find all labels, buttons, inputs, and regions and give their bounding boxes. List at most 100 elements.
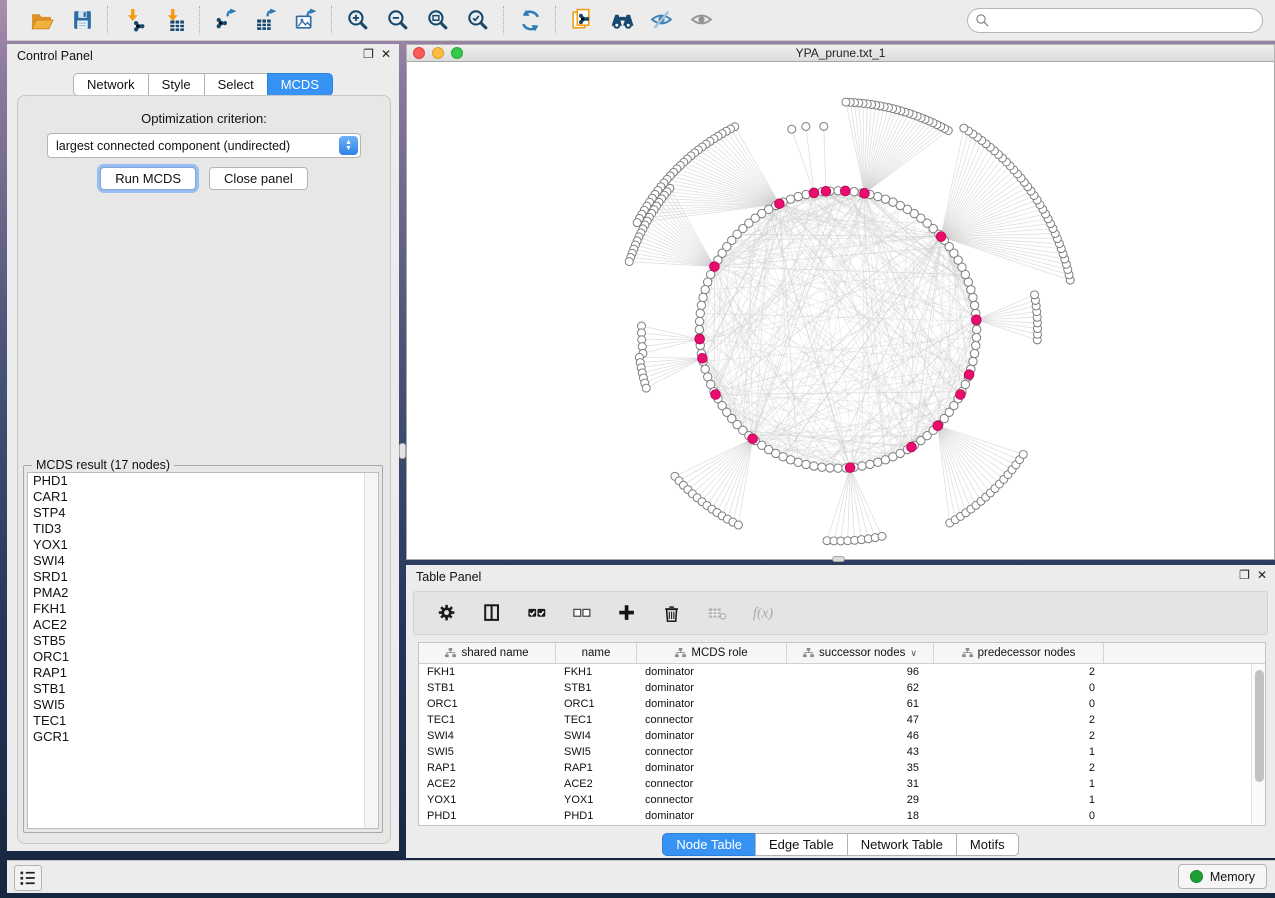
table-row[interactable]: SWI5SWI5connector431 [419,744,1265,760]
tab-motifs[interactable]: Motifs [956,833,1019,856]
export-table-icon[interactable] [253,7,279,33]
new-network-from-selection-icon[interactable] [569,7,595,33]
mcds-result-item[interactable]: STB1 [28,681,378,697]
select-all-icon[interactable] [524,600,550,626]
memory-button[interactable]: Memory [1178,864,1267,889]
run-mcds-button[interactable]: Run MCDS [100,167,196,190]
mcds-result-group: MCDS result (17 nodes) PHD1CAR1STP4TID3Y… [23,465,383,833]
optimization-criterion-select[interactable]: largest connected component (undirected)… [47,133,361,158]
mcds-result-item[interactable]: STB5 [28,633,378,649]
mcds-result-item[interactable]: SRD1 [28,569,378,585]
mcds-result-item[interactable]: CAR1 [28,489,378,505]
save-session-icon[interactable] [69,7,95,33]
zoom-out-icon[interactable] [385,7,411,33]
mcds-result-item[interactable]: STP4 [28,505,378,521]
apply-layout-icon[interactable] [517,7,543,33]
mcds-result-item[interactable]: RAP1 [28,665,378,681]
mcds-result-item[interactable]: SWI4 [28,553,378,569]
mcds-result-item[interactable]: TEC1 [28,713,378,729]
vertical-splitter-handle[interactable] [399,443,406,459]
import-network-icon[interactable] [121,7,147,33]
float-table-panel-icon[interactable]: ❐ [1239,568,1250,582]
tab-network[interactable]: Network [73,73,149,96]
column-header-MCDS-role[interactable]: MCDS role [637,643,787,663]
cell-mcds_role: connector [637,794,787,806]
mcds-result-item[interactable]: ACE2 [28,617,378,633]
table-panel: Table Panel ❐ ✕ f(x) shared namenameMCDS… [406,565,1275,858]
mcds-result-item[interactable]: PHD1 [28,473,378,489]
tab-edge-table[interactable]: Edge Table [755,833,848,856]
horizontal-splitter-handle[interactable] [832,556,845,562]
hide-selected-icon[interactable] [649,7,675,33]
float-panel-icon[interactable]: ❐ [363,47,374,61]
function-builder-icon[interactable]: f(x) [749,600,775,626]
zoom-selected-icon[interactable] [465,7,491,33]
network-canvas[interactable] [406,62,1275,560]
cell-successor_nodes: 62 [787,682,934,694]
export-network-icon[interactable] [213,7,239,33]
column-header-name[interactable]: name [556,643,637,663]
table-row[interactable]: PHD1PHD1dominator180 [419,808,1265,824]
column-header-successor-nodes[interactable]: successor nodes∨ [787,643,934,663]
tab-node-table[interactable]: Node Table [662,833,756,856]
cell-shared_name: ORC1 [419,698,556,710]
cell-predecessor_nodes: 1 [934,746,1104,758]
column-header-predecessor-nodes[interactable]: predecessor nodes [934,643,1104,663]
mcds-result-item[interactable]: ORC1 [28,649,378,665]
show-columns-icon[interactable] [479,600,505,626]
cell-shared_name: STB1 [419,682,556,694]
deselect-all-icon[interactable] [569,600,595,626]
table-row[interactable]: TEC1TEC1connector472 [419,712,1265,728]
network-view-window: YPA_prune.txt_1 [406,44,1275,560]
tab-mcds[interactable]: MCDS [267,73,333,96]
control-panel: Control Panel ❐ ✕ NetworkStyleSelectMCDS… [7,44,399,851]
export-image-icon[interactable] [293,7,319,33]
delete-table-icon[interactable] [704,600,730,626]
status-bar: Memory [7,860,1275,893]
import-table-icon[interactable] [161,7,187,33]
mcds-list-scrollbar[interactable] [364,473,378,828]
table-row[interactable]: RAP1RAP1dominator352 [419,760,1265,776]
search-box[interactable] [967,8,1263,33]
mcds-result-item[interactable]: YOX1 [28,537,378,553]
zoom-in-icon[interactable] [345,7,371,33]
panel-list-button[interactable] [14,865,42,891]
table-scrollbar[interactable] [1251,664,1265,824]
network-window-titlebar[interactable]: YPA_prune.txt_1 [406,44,1275,62]
first-neighbors-icon[interactable] [609,7,635,33]
tab-select[interactable]: Select [204,73,268,96]
cell-successor_nodes: 18 [787,810,934,822]
table-row[interactable]: ACE2ACE2connector311 [419,776,1265,792]
mcds-result-item[interactable]: FKH1 [28,601,378,617]
table-row[interactable]: FKH1FKH1dominator962 [419,664,1265,680]
close-table-panel-icon[interactable]: ✕ [1257,568,1267,582]
table-row[interactable]: YOX1YOX1connector291 [419,792,1265,808]
mcds-result-item[interactable]: SWI5 [28,697,378,713]
close-panel-icon[interactable]: ✕ [381,47,391,61]
add-column-icon[interactable] [614,600,640,626]
mcds-result-list[interactable]: PHD1CAR1STP4TID3YOX1SWI4SRD1PMA2FKH1ACE2… [27,472,379,829]
node-table[interactable]: shared namenameMCDS rolesuccessor nodes∨… [418,642,1266,826]
control-panel-tabbar: NetworkStyleSelectMCDS [7,73,399,96]
table-row[interactable]: SWI4SWI4dominator462 [419,728,1265,744]
show-all-icon[interactable] [689,7,715,33]
delete-column-icon[interactable] [659,600,685,626]
open-session-icon[interactable] [29,7,55,33]
cell-shared_name: SWI5 [419,746,556,758]
tab-style[interactable]: Style [148,73,205,96]
mcds-result-item[interactable]: GCR1 [28,729,378,745]
mcds-result-item[interactable]: PMA2 [28,585,378,601]
cell-mcds_role: dominator [637,730,787,742]
close-panel-button[interactable]: Close panel [209,167,308,190]
table-row[interactable]: STB1STB1dominator620 [419,680,1265,696]
column-header-shared-name[interactable]: shared name [419,643,556,663]
zoom-fit-icon[interactable] [425,7,451,33]
search-input[interactable] [967,8,1263,33]
table-row[interactable]: ORC1ORC1dominator610 [419,696,1265,712]
mcds-result-item[interactable]: TID3 [28,521,378,537]
cell-name: ACE2 [556,778,637,790]
tab-network-table[interactable]: Network Table [847,833,957,856]
cell-successor_nodes: 61 [787,698,934,710]
cell-predecessor_nodes: 2 [934,666,1104,678]
table-options-gear-icon[interactable] [434,600,460,626]
